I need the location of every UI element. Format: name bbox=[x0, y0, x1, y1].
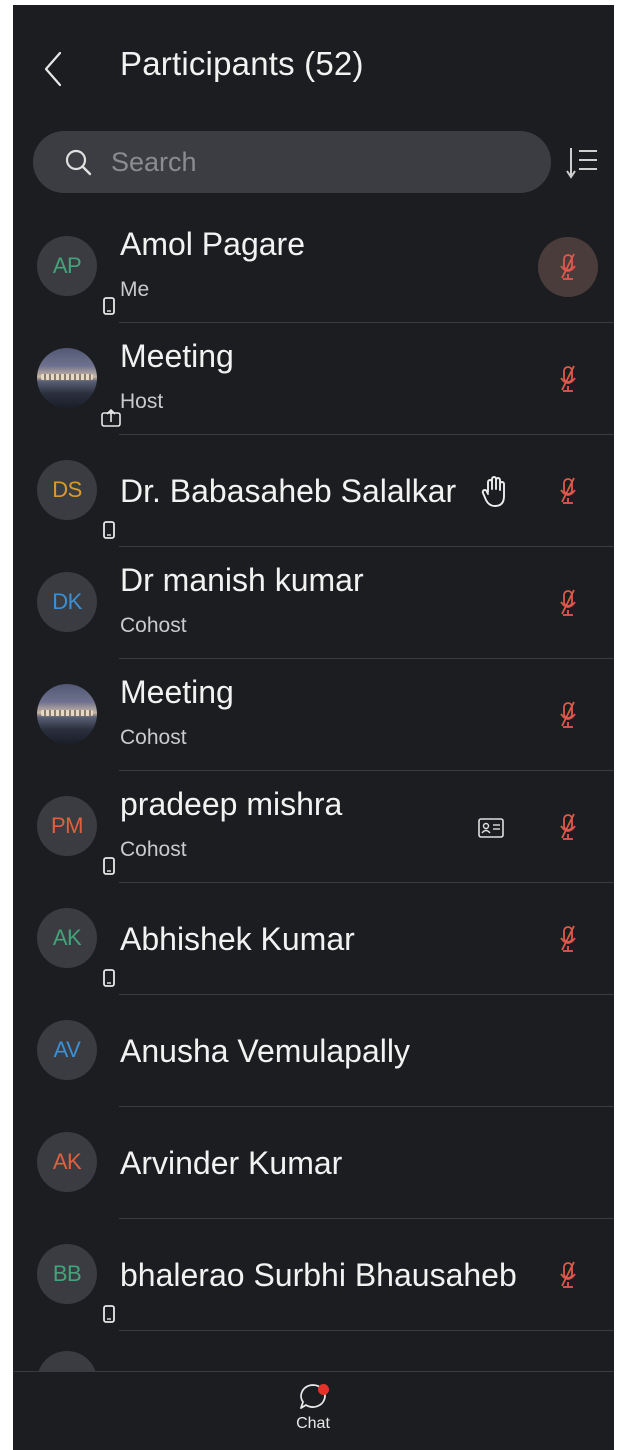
divider bbox=[119, 1330, 614, 1331]
search-icon bbox=[63, 147, 93, 177]
participant-name: Arvinder Kumar bbox=[120, 1145, 343, 1181]
avatar-initials: AK bbox=[52, 1149, 82, 1174]
mute-button[interactable] bbox=[551, 359, 585, 399]
participant-name: Meeting bbox=[120, 674, 234, 710]
participant-row[interactable]: DK Dr manish kumar Cohost bbox=[13, 547, 614, 659]
mic-off-icon bbox=[560, 477, 576, 504]
participant-row[interactable]: DS Dr. Babasaheb Salalkar bbox=[13, 435, 614, 547]
header: Participants (52) bbox=[13, 5, 614, 125]
mute-button[interactable] bbox=[551, 1255, 585, 1295]
avatar-initials: PM bbox=[51, 813, 84, 838]
avatar: AV bbox=[37, 1020, 97, 1080]
participant-row[interactable]: Meeting Cohost bbox=[13, 659, 614, 771]
participant-row[interactable]: Meeting Host bbox=[13, 323, 614, 435]
mute-button[interactable] bbox=[538, 237, 598, 297]
participant-name: Meeting bbox=[120, 338, 234, 374]
avatar bbox=[37, 348, 123, 430]
avatar-initials: BB bbox=[52, 1261, 82, 1286]
mic-off-icon bbox=[560, 1261, 576, 1288]
chat-button[interactable]: Chat bbox=[283, 1382, 343, 1444]
avatar: BB bbox=[37, 1244, 119, 1326]
participant-name: Dr manish kumar bbox=[120, 562, 364, 598]
avatar-initials: AV bbox=[53, 1037, 81, 1062]
participants-list: AP Amol Pagare Me Meeting Host DS Dr. Ba… bbox=[13, 211, 614, 1331]
participant-row[interactable]: PM pradeep mishra Cohost bbox=[13, 771, 614, 883]
participants-screen: Participants (52) AP bbox=[13, 5, 614, 1450]
avatar: AK bbox=[37, 908, 119, 990]
participant-role: Host bbox=[120, 390, 164, 413]
avatar: PM bbox=[37, 796, 119, 878]
bottom-toolbar: Chat bbox=[13, 1371, 614, 1450]
avatar: AP bbox=[37, 236, 119, 318]
mute-button[interactable] bbox=[551, 583, 585, 623]
avatar: DK bbox=[37, 572, 97, 632]
phone-icon bbox=[99, 1302, 119, 1326]
participant-role: Me bbox=[120, 278, 150, 301]
participant-row[interactable]: AK Arvinder Kumar bbox=[13, 1107, 614, 1219]
participant-row[interactable]: BB bhalerao Surbhi Bhausaheb bbox=[13, 1219, 614, 1331]
back-button[interactable] bbox=[35, 45, 71, 93]
chat-label: Chat bbox=[296, 1415, 330, 1432]
avatar: DS bbox=[37, 460, 119, 542]
mute-button[interactable] bbox=[551, 919, 585, 959]
chevron-left-icon bbox=[44, 51, 62, 87]
participant-row[interactable]: AV Anusha Vemulapally bbox=[13, 995, 614, 1107]
participant-role: Cohost bbox=[120, 726, 187, 749]
participant-name: Abhishek Kumar bbox=[120, 921, 355, 957]
mic-off-icon bbox=[560, 589, 576, 616]
participant-name: Anusha Vemulapally bbox=[120, 1033, 410, 1069]
search-input[interactable] bbox=[109, 145, 513, 179]
mic-off-icon bbox=[560, 925, 576, 952]
mic-off-icon bbox=[560, 813, 576, 840]
page-title: Participants (52) bbox=[120, 45, 364, 82]
phone-icon bbox=[99, 966, 119, 990]
participant-row[interactable]: AK Abhishek Kumar bbox=[13, 883, 614, 995]
raised-hand-icon bbox=[478, 471, 512, 511]
participant-name: Dr. Babasaheb Salalkar bbox=[120, 473, 457, 509]
avatar-initials: DK bbox=[52, 589, 82, 614]
participant-name: Amol Pagare bbox=[120, 226, 305, 262]
avatar-initials: AK bbox=[52, 925, 82, 950]
participant-role: Cohost bbox=[120, 614, 187, 637]
phone-icon bbox=[99, 294, 119, 318]
participant-role: Cohost bbox=[120, 838, 187, 861]
sort-button[interactable] bbox=[562, 143, 602, 183]
phone-icon bbox=[99, 854, 119, 878]
notification-dot bbox=[318, 1384, 329, 1395]
avatar-initials: AP bbox=[52, 253, 82, 278]
participant-row[interactable]: AP Amol Pagare Me bbox=[13, 211, 614, 323]
search-bar[interactable] bbox=[33, 131, 551, 193]
id-card-icon bbox=[476, 815, 506, 841]
mute-button[interactable] bbox=[551, 471, 585, 511]
participant-name: bhalerao Surbhi Bhausaheb bbox=[120, 1257, 517, 1293]
phone-icon bbox=[99, 518, 119, 542]
mic-off-icon bbox=[560, 253, 576, 280]
mic-off-icon bbox=[560, 701, 576, 728]
mic-off-icon bbox=[560, 365, 576, 392]
mute-button[interactable] bbox=[551, 807, 585, 847]
avatar: AK bbox=[37, 1132, 97, 1192]
participant-name: pradeep mishra bbox=[120, 786, 343, 822]
avatar bbox=[37, 684, 97, 744]
mute-button[interactable] bbox=[551, 695, 585, 735]
sort-list-icon bbox=[566, 148, 597, 179]
avatar-initials: DS bbox=[52, 477, 82, 502]
